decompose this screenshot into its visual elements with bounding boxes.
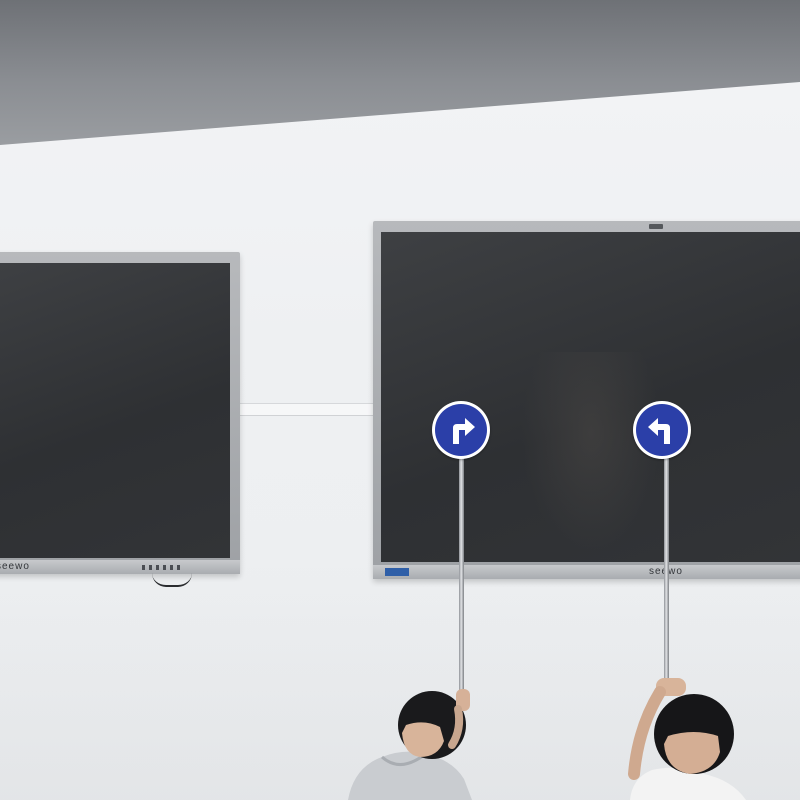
photo-scene: seewo seewo — [0, 0, 800, 800]
ceiling — [0, 0, 800, 145]
turn-left-sign — [633, 401, 691, 459]
sign-pole-left-turn — [664, 458, 669, 688]
student-right — [628, 678, 746, 800]
turn-left-arrow-icon — [648, 418, 670, 444]
wall-trim-strip — [238, 403, 378, 416]
sign-pole-right-turn — [459, 458, 464, 698]
right-smart-board: seewo — [373, 221, 800, 579]
turn-right-sign — [432, 401, 490, 459]
left-board-brand-logo: seewo — [0, 561, 30, 572]
certification-badge-icon — [385, 568, 409, 576]
right-board-screen — [381, 232, 800, 562]
left-board-bottom-bar: seewo — [0, 560, 240, 574]
camera-icon — [649, 224, 663, 229]
left-board-screen — [0, 263, 230, 558]
left-board-button-row — [142, 565, 182, 570]
turn-right-arrow-icon — [453, 418, 475, 444]
right-board-bottom-bar: seewo — [373, 565, 800, 579]
left-smart-board: seewo — [0, 252, 240, 574]
student-left-hoodie — [348, 689, 472, 800]
